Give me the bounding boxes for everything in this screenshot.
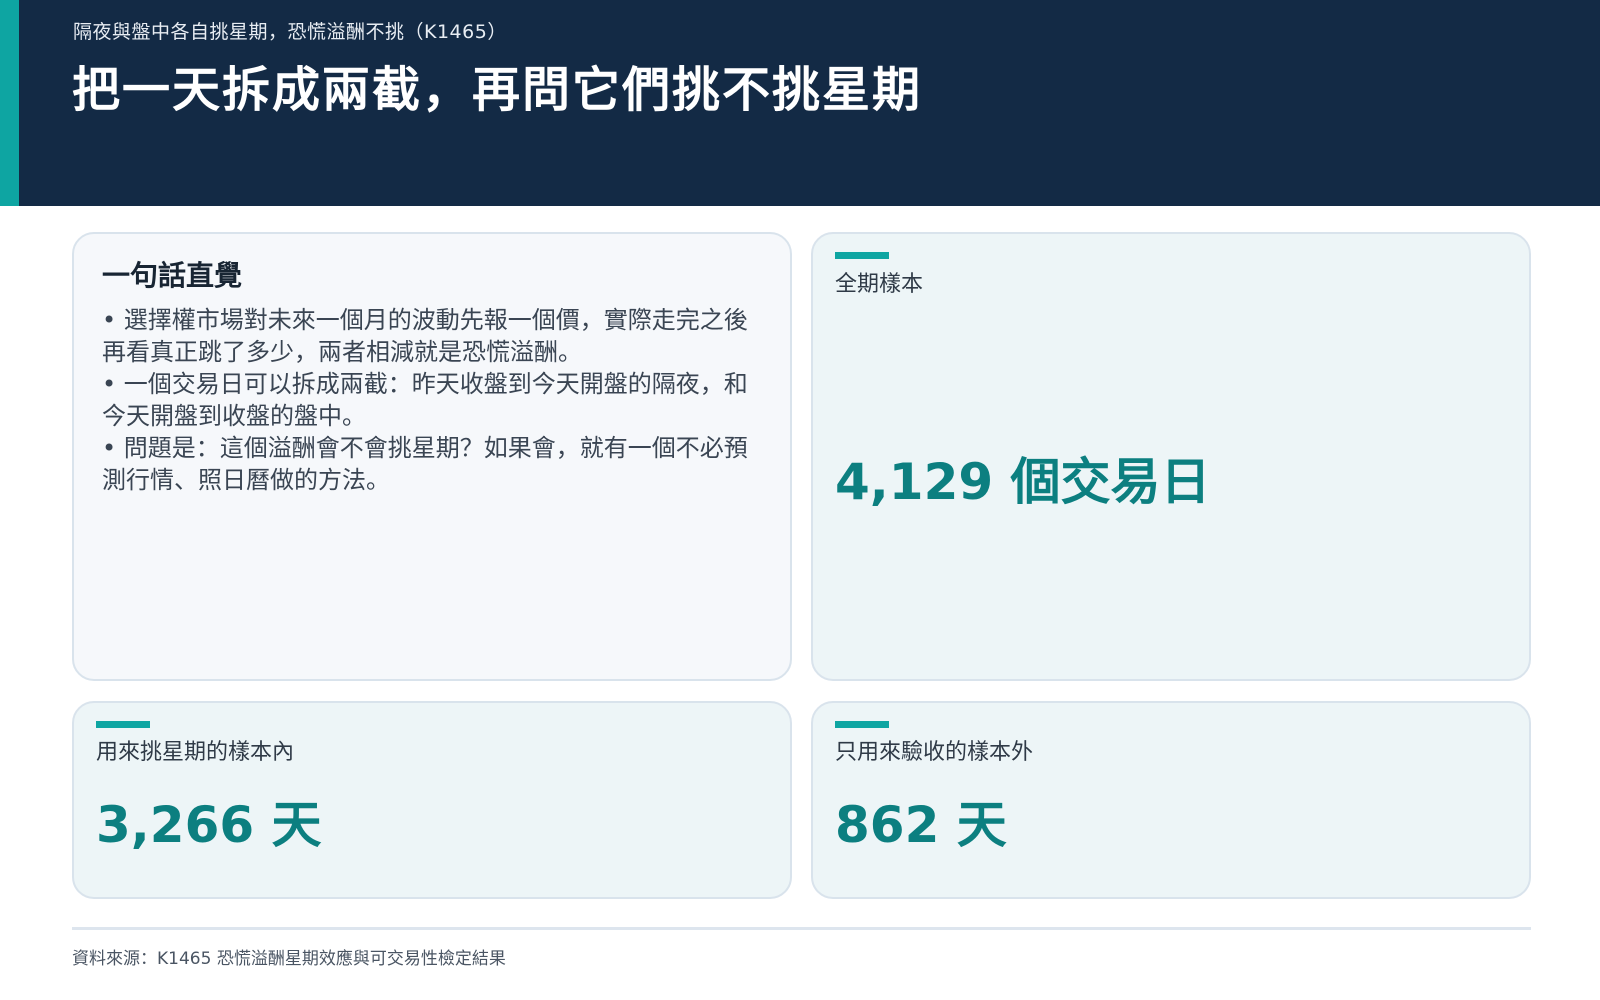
intuition-card-title: 一句話直覺 [102,259,243,292]
intuition-bullet: 問題是：這個溢酬會不會挑星期？如果會，就有一個不必預測行情、照日曆做的方法。 [102,432,752,496]
intuition-card: 一句話直覺 選擇權市場對未來一個月的波動先報一個價，實際走完之後再看真正跳了多少… [72,232,792,681]
card-accent-bar [835,721,889,728]
page-title: 把一天拆成兩截，再問它們挑不挑星期 [72,62,923,118]
in-sample-value: 3,266 天 [96,796,322,854]
header-banner: 隔夜與盤中各自挑星期，恐慌溢酬不挑（K1465） 把一天拆成兩截，再問它們挑不挑… [0,0,1600,206]
out-sample-card: 只用來驗收的樣本外 862 天 [811,701,1531,899]
out-sample-value: 862 天 [835,796,1007,854]
total-sample-card: 全期樣本 4,129 個交易日 [811,232,1531,681]
header-accent-bar [0,0,19,206]
intuition-bullet: 一個交易日可以拆成兩截：昨天收盤到今天開盤的隔夜，和今天開盤到收盤的盤中。 [102,368,752,432]
source-note: 資料來源：K1465 恐慌溢酬星期效應與可交易性檢定結果 [72,949,506,969]
intuition-bullet-list: 選擇權市場對未來一個月的波動先報一個價，實際走完之後再看真正跳了多少，兩者相減就… [102,304,752,496]
intuition-bullet: 選擇權市場對未來一個月的波動先報一個價，實際走完之後再看真正跳了多少，兩者相減就… [102,304,752,368]
in-sample-card: 用來挑星期的樣本內 3,266 天 [72,701,792,899]
total-sample-value: 4,129 個交易日 [835,453,1211,511]
total-sample-label: 全期樣本 [835,272,924,297]
card-accent-bar [835,252,889,259]
footer-divider [72,927,1531,930]
card-accent-bar [96,721,150,728]
in-sample-label: 用來挑星期的樣本內 [96,740,295,765]
page-eyebrow: 隔夜與盤中各自挑星期，恐慌溢酬不挑（K1465） [73,21,507,43]
out-sample-label: 只用來驗收的樣本外 [835,740,1034,765]
